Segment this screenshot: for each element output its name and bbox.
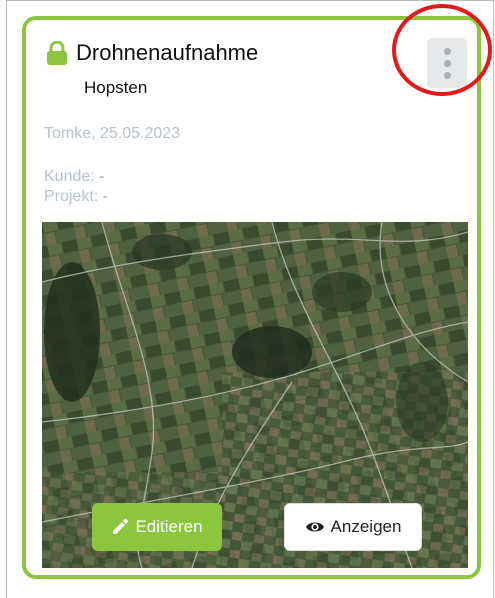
projekt-label: Projekt: bbox=[44, 188, 99, 205]
kunde-row: Kunde: - bbox=[44, 168, 105, 186]
kunde-value: - bbox=[99, 168, 105, 185]
author-date: Tomke, 25.05.2023 bbox=[44, 125, 181, 142]
projekt-value: - bbox=[102, 188, 109, 205]
menu-dot bbox=[443, 71, 451, 79]
card-title: Drohnenaufnahme bbox=[76, 40, 259, 65]
kunde-label: Kunde: bbox=[44, 168, 95, 185]
card-menu-button[interactable] bbox=[427, 38, 467, 88]
pencil-icon bbox=[113, 519, 129, 534]
projekt-row: Projekt: - bbox=[44, 188, 108, 206]
eye-icon bbox=[305, 522, 324, 532]
menu-dot bbox=[443, 59, 451, 67]
card-location: Hopsten bbox=[84, 78, 148, 97]
card-header: Drohnenaufnahme bbox=[46, 40, 258, 66]
recording-card: Drohnenaufnahme Hopsten Tomke, 25.05.202… bbox=[22, 16, 481, 579]
view-button-label: Anzeigen bbox=[330, 517, 402, 536]
lock-icon bbox=[47, 41, 67, 65]
edit-button-label: Editieren bbox=[135, 517, 203, 536]
menu-dot bbox=[443, 47, 451, 55]
edit-button[interactable]: Editieren bbox=[92, 503, 222, 551]
view-button[interactable]: Anzeigen bbox=[284, 503, 422, 551]
